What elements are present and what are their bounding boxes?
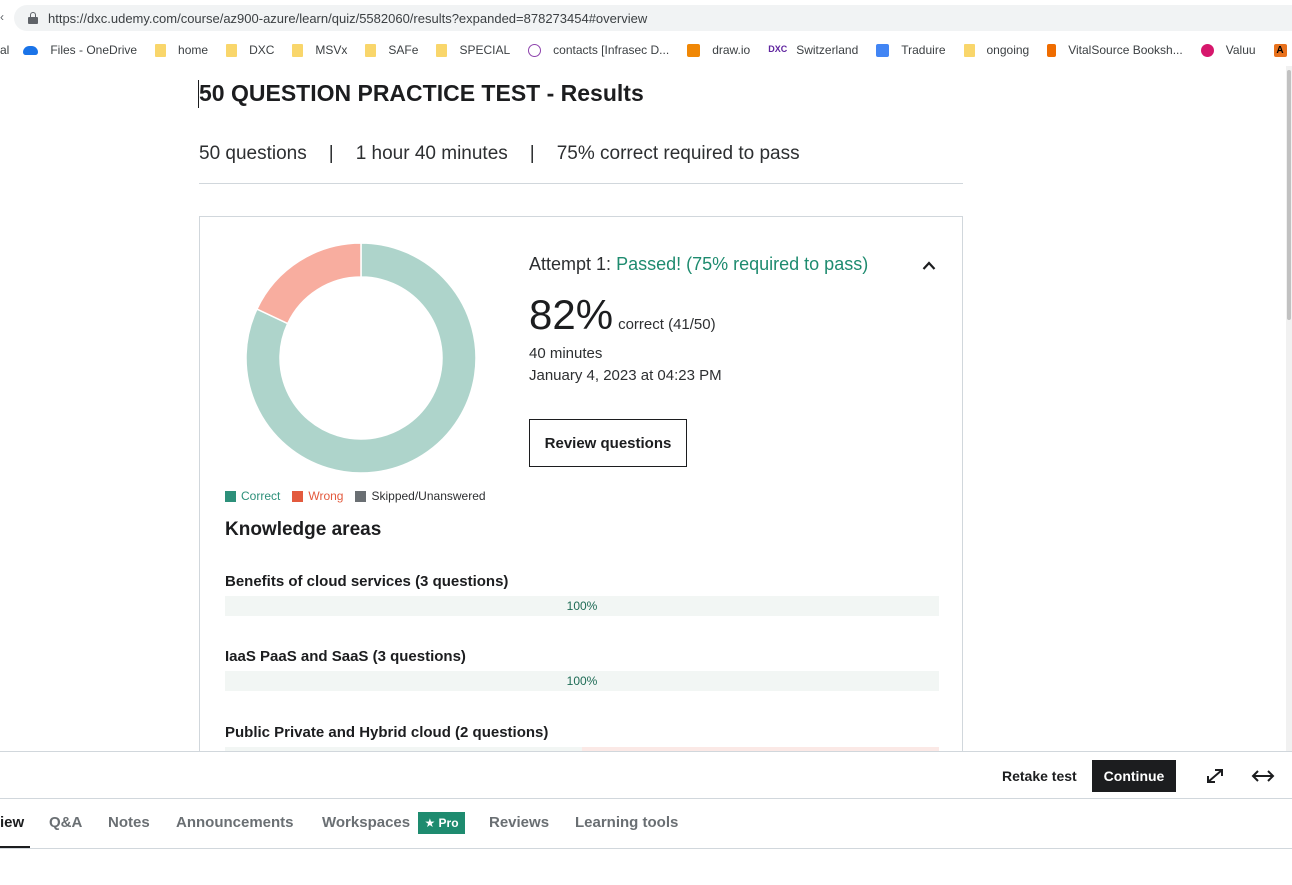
folder-icon: [436, 43, 448, 57]
donut-slice-wrong: [255, 242, 362, 325]
vitalsource-icon: [1047, 43, 1057, 57]
bookmark-al[interactable]: al: [0, 43, 9, 57]
course-tabs: iew Q&A Notes Announcements Workspaces ★…: [0, 800, 1292, 849]
result-card: Correct Wrong Skipped/Unanswered Attempt…: [199, 216, 963, 776]
result-donut-chart: [246, 242, 476, 474]
retake-test-button[interactable]: Retake test: [1002, 768, 1077, 784]
lock-icon: [28, 12, 38, 24]
asbis-icon: A: [1273, 43, 1287, 57]
knowledge-area-label: IaaS PaaS and SaaS (3 questions): [225, 648, 466, 665]
legend-wrong: Wrong: [292, 489, 343, 503]
knowledge-area-label: Benefits of cloud services (3 questions): [225, 573, 509, 590]
dxc-logo-icon: DXC: [768, 43, 788, 54]
bookmark-valuu[interactable]: Valuu: [1200, 43, 1256, 57]
score-percent: 82%: [529, 291, 614, 338]
attempt-date: January 4, 2023 at 04:23 PM: [529, 367, 722, 384]
bookmark-safe[interactable]: SAFe: [365, 43, 418, 57]
bookmark-asbis[interactable]: Aasbis: [1273, 43, 1292, 57]
folder-icon: [292, 43, 304, 57]
legend-swatch-correct: [225, 490, 236, 502]
bookmark-dxc[interactable]: DXC: [226, 43, 274, 57]
bookmark-contacts[interactable]: contacts [Infrasec D...: [528, 43, 669, 57]
score-row: 82% correct (41/50): [529, 291, 716, 339]
fullscreen-expand-icon[interactable]: [1204, 766, 1226, 786]
knowledge-area-percent: 100%: [566, 599, 598, 613]
back-chevron-icon[interactable]: ‹: [0, 10, 4, 24]
legend-label-correct: Correct: [241, 489, 281, 503]
bookmark-switzerland[interactable]: DXC Switzerland: [768, 43, 858, 57]
attempt-label: Attempt 1:: [529, 254, 612, 274]
knowledge-area-bar: 100%: [225, 671, 939, 691]
divider: [199, 183, 963, 184]
tab-learning-tools[interactable]: Learning tools: [575, 814, 678, 831]
valuu-icon: [1200, 43, 1214, 57]
pro-badge: ★ Pro: [418, 812, 465, 834]
pass-status: Passed! (75% required to pass): [616, 254, 869, 274]
tab-workspaces[interactable]: Workspaces: [322, 814, 410, 831]
attempt-status: Attempt 1: Passed! (75% required to pass…: [529, 254, 868, 275]
page-scrollbar[interactable]: [1286, 66, 1292, 752]
chevron-up-icon[interactable]: [922, 259, 936, 273]
knowledge-area-item: Benefits of cloud services (3 questions)…: [225, 573, 939, 616]
score-correct-count: correct (41/50): [618, 316, 716, 333]
browser-address-bar: ‹ https://dxc.udemy.com/course/az900-azu…: [0, 0, 1292, 36]
knowledge-area-bar: 100%: [225, 596, 939, 616]
page-title: 50 QUESTION PRACTICE TEST - Results: [199, 80, 644, 106]
quiz-meta: 50 questions | 1 hour 40 minutes | 75% c…: [199, 143, 800, 165]
bookmark-traduire[interactable]: Traduire: [876, 43, 946, 57]
legend-skipped: Skipped/Unanswered: [355, 489, 486, 503]
tab-overview[interactable]: iew: [0, 814, 24, 831]
knowledge-area-item: IaaS PaaS and SaaS (3 questions) 100%: [225, 648, 939, 691]
knowledge-area-percent: 100%: [566, 674, 598, 688]
legend-label-wrong: Wrong: [308, 489, 344, 503]
bookmark-ongoing[interactable]: ongoing: [963, 43, 1029, 57]
tab-notes[interactable]: Notes: [108, 814, 150, 831]
drawio-icon: [687, 43, 701, 57]
folder-icon: [226, 43, 238, 57]
bookmark-special[interactable]: SPECIAL: [436, 43, 510, 57]
bookmark-msvx[interactable]: MSVx: [292, 43, 347, 57]
folder-icon: [963, 43, 975, 57]
meta-separator: |: [328, 143, 334, 164]
translate-icon: [876, 43, 890, 57]
url-field[interactable]: https://dxc.udemy.com/course/az900-azure…: [14, 5, 1292, 31]
attempt-duration: 40 minutes: [529, 345, 603, 362]
active-tab-underline: [0, 846, 30, 848]
scrollbar-thumb[interactable]: [1287, 70, 1291, 320]
onedrive-icon: [23, 45, 39, 55]
url-text: https://dxc.udemy.com/course/az900-azure…: [48, 10, 648, 26]
bookmark-onedrive[interactable]: Files - OneDrive: [23, 43, 137, 57]
knowledge-areas-title: Knowledge areas: [225, 519, 382, 540]
question-count: 50 questions: [199, 143, 307, 164]
legend-correct: Correct: [225, 489, 280, 503]
bookmark-vitalsource[interactable]: VitalSource Booksh...: [1047, 43, 1183, 57]
chart-legend: Correct Wrong Skipped/Unanswered: [225, 489, 498, 503]
bookmark-drawio[interactable]: draw.io: [687, 43, 750, 57]
expand-width-icon[interactable]: [1251, 767, 1275, 785]
review-questions-button[interactable]: Review questions: [529, 419, 687, 467]
pass-requirement: 75% correct required to pass: [556, 143, 800, 164]
contacts-icon: [528, 43, 542, 57]
tab-reviews[interactable]: Reviews: [489, 814, 549, 831]
continue-button[interactable]: Continue: [1092, 760, 1176, 792]
folder-icon: [155, 43, 167, 57]
tab-announcements[interactable]: Announcements: [176, 814, 294, 831]
folder-icon: [365, 43, 377, 57]
knowledge-area-label: Public Private and Hybrid cloud (2 quest…: [225, 724, 549, 741]
time-limit: 1 hour 40 minutes: [355, 143, 508, 164]
bookmark-home[interactable]: home: [155, 43, 208, 57]
bookmarks-bar: al Files - OneDrive home DXC MSVx SAFe S…: [0, 36, 1292, 64]
quiz-control-bar: Retake test Continue: [0, 751, 1292, 799]
meta-separator: |: [529, 143, 535, 164]
legend-swatch-wrong: [292, 490, 304, 502]
legend-label-skipped: Skipped/Unanswered: [371, 489, 486, 503]
legend-swatch-skipped: [355, 490, 367, 502]
tab-qa[interactable]: Q&A: [49, 814, 82, 831]
